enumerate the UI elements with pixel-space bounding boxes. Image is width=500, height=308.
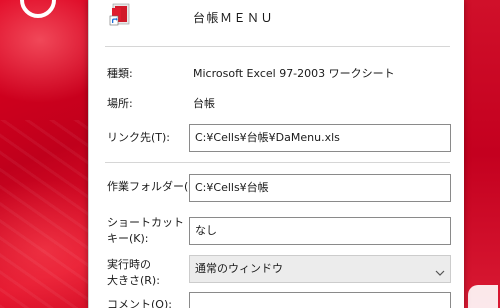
run-label-line1: 実行時の	[107, 258, 151, 271]
run-select[interactable]: 通常のウィンドウ	[189, 255, 451, 283]
location-value: 台帳	[193, 97, 215, 110]
chevron-down-icon	[434, 263, 446, 276]
target-label: リンク先(T):	[107, 131, 171, 144]
run-select-value: 通常のウィンドウ	[195, 262, 283, 275]
wallpaper-streaks	[0, 120, 95, 308]
divider	[105, 46, 450, 47]
shortcut-name-field[interactable]: 台帳ＭＥＮＵ	[193, 10, 433, 26]
run-label-line2: 大きさ(R):	[107, 274, 160, 287]
shortcut-properties-panel: 台帳ＭＥＮＵ 種類: Microsoft Excel 97-2003 ワークシー…	[88, 0, 464, 308]
location-label: 場所:	[107, 97, 133, 110]
type-value: Microsoft Excel 97-2003 ワークシート	[193, 67, 395, 80]
target-input[interactable]: C:¥Cells¥台帳¥DaMenu.xls	[189, 124, 451, 152]
type-label: 種類:	[107, 67, 133, 80]
shortcut-key-label-line2: キー(K):	[107, 232, 149, 245]
shortcut-key-input[interactable]: なし	[189, 217, 451, 245]
shortcut-key-label-line1: ショートカット	[107, 216, 184, 229]
comment-input[interactable]	[189, 292, 451, 308]
divider	[105, 162, 450, 163]
wallpaper-right-strip	[463, 0, 500, 308]
excel-shortcut-icon	[109, 2, 133, 26]
wallpaper-corner-highlight	[468, 285, 498, 308]
start-in-input[interactable]: C:¥Cells¥台帳	[189, 174, 451, 202]
comment-label: コメント(O):	[107, 298, 172, 308]
